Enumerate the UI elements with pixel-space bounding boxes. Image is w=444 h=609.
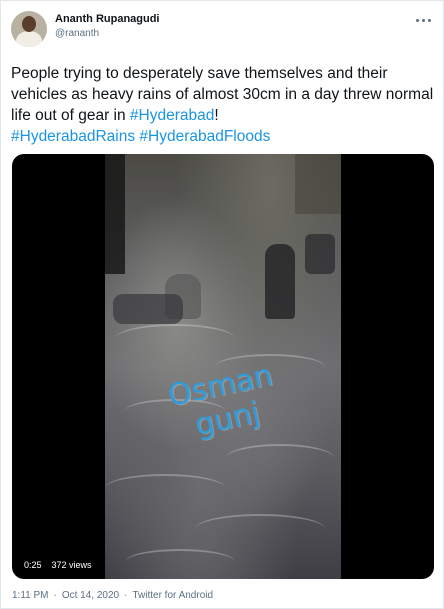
video-frame: Osman gunj	[105, 154, 341, 579]
wall-shadow-shape	[105, 154, 125, 274]
person-standing-shape	[265, 244, 295, 319]
tweet-time[interactable]: 1:11 PM	[12, 590, 49, 601]
video-stats: 0:25 372 views	[19, 558, 97, 572]
video-views: 372 views	[51, 560, 92, 570]
water-ripple	[195, 514, 325, 544]
video-duration: 0:25	[24, 560, 42, 570]
video-overlay-text: Osman gunj	[164, 357, 276, 444]
dot	[427, 18, 431, 22]
tweet-text-part: People trying to desperately save themse…	[11, 65, 434, 124]
author-name[interactable]: Ananth Rupanagudi	[55, 13, 160, 25]
tweet-source[interactable]: Twitter for Android	[132, 590, 213, 601]
building-shape	[295, 154, 341, 214]
more-options-icon[interactable]	[413, 13, 433, 27]
avatar-body-shape	[16, 31, 42, 47]
author-handle[interactable]: @rananth	[55, 28, 99, 39]
hashtag-hyderabad[interactable]: #Hyderabad	[130, 107, 214, 124]
water-ripple	[105, 474, 225, 502]
dot	[415, 18, 419, 22]
water-ripple	[125, 549, 235, 575]
video-player[interactable]: Osman gunj 0:25 372 views	[12, 154, 434, 579]
hashtag-hyderabadrains[interactable]: #HyderabadRains	[11, 128, 135, 145]
tweet-text-part: !	[214, 107, 219, 124]
tweet-text: People trying to desperately save themse…	[11, 63, 435, 147]
water-ripple	[225, 444, 335, 474]
dot	[421, 18, 425, 22]
water-ripple	[115, 324, 235, 354]
avatar[interactable]	[11, 11, 47, 47]
separator: ·	[124, 590, 128, 601]
tweet-card: Ananth Rupanagudi @rananth People trying…	[0, 0, 444, 609]
tweet-date[interactable]: Oct 14, 2020	[62, 590, 119, 601]
tweet-metadata: 1:11 PM · Oct 14, 2020 · Twitter for And…	[12, 590, 213, 601]
hashtag-hyderabadfloods[interactable]: #HyderabadFloods	[139, 128, 270, 145]
avatar-face-shape	[22, 16, 36, 32]
vehicle-shape	[113, 294, 183, 324]
separator: ·	[53, 590, 57, 601]
motorcycle-shape	[305, 234, 335, 274]
